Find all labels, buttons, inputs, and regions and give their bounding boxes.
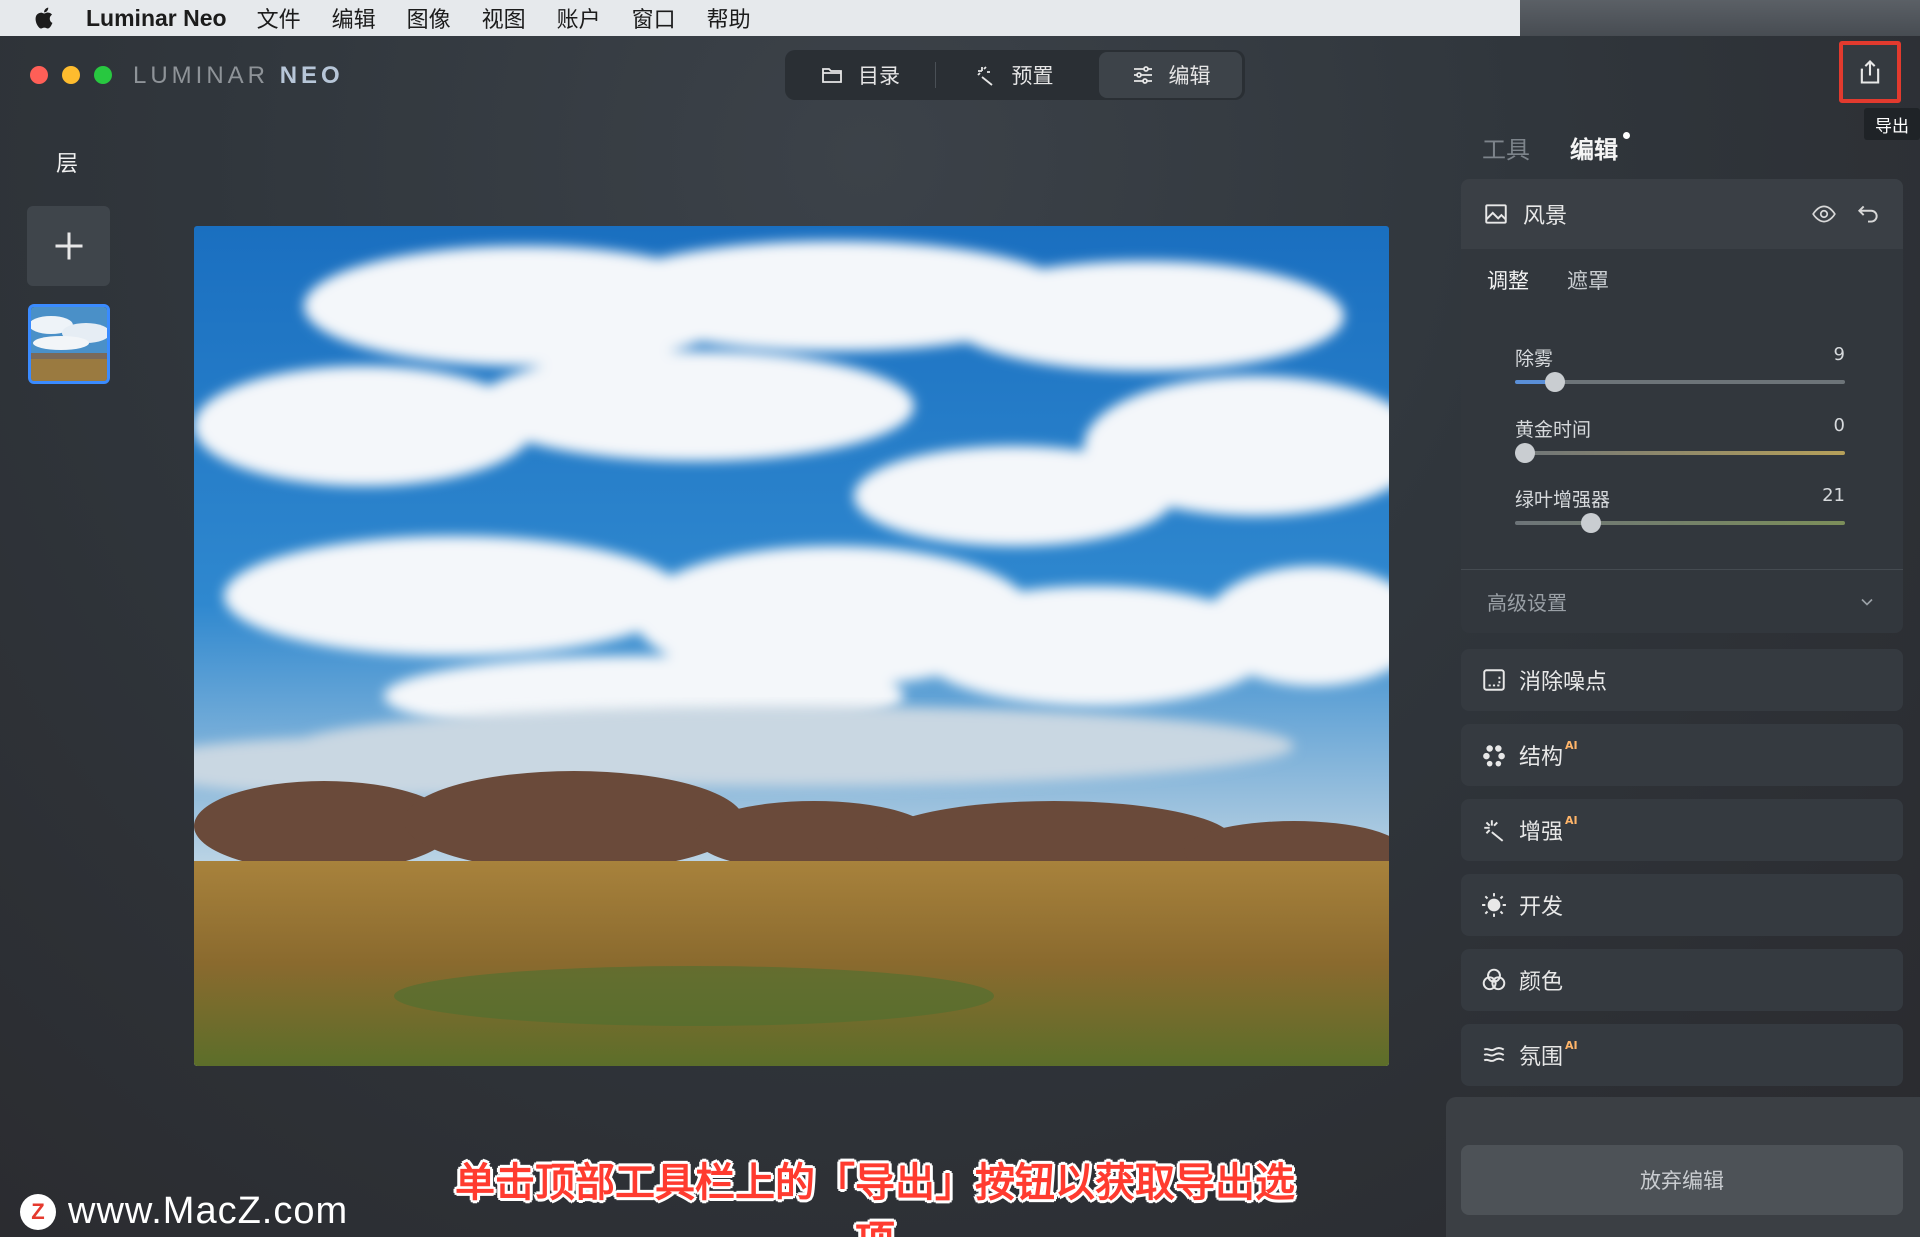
sliders-icon [1133,66,1152,84]
slider-foliage-enhancer-track[interactable] [1515,521,1845,525]
watermark: Z www.MacZ.com [20,1190,348,1233]
slider-foliage-enhancer-label: 绿叶增强器 [1515,489,1611,511]
export-tooltip: 导出 [1864,108,1920,140]
close-window-button[interactable] [30,66,48,84]
slider-dehaze-label: 除雾 [1515,348,1554,370]
tool-row: 氛围 AI [1461,1024,1903,1086]
slider-golden-hour-knob[interactable] [1514,443,1535,463]
menu-account[interactable]: 账户 [557,2,601,34]
app-logo: LUMINAR NEO [133,62,344,90]
slider-golden-hour-value: 0 [1833,415,1845,436]
tool-name: 增强 [1519,820,1564,845]
tool-name: 结构 [1519,745,1564,770]
tab-edits[interactable]: 编辑 [1570,130,1630,165]
minimize-window-button[interactable] [62,66,80,84]
advanced-settings-label: 高级设置 [1487,591,1567,615]
menu-help[interactable]: 帮助 [707,2,751,34]
menubar-status-area [1520,0,1920,40]
subtab-adjust[interactable]: 调整 [1487,265,1529,295]
atmosphere-icon [1483,1046,1505,1062]
app-menu[interactable]: Luminar Neo [86,5,227,32]
ai-badge: AI [1565,738,1578,752]
enhance-icon [1484,820,1504,842]
toggle-visibility-button[interactable] [1811,201,1837,227]
slider-golden-hour-label: 黄金时间 [1515,419,1592,441]
tab-catalog-label: 目录 [858,64,900,88]
advanced-settings[interactable]: 高级设置 [1461,569,1903,633]
tab-edit[interactable]: 编辑 [1099,52,1242,98]
slider-foliage-enhancer-knob[interactable] [1580,513,1601,533]
export-button[interactable] [1839,41,1901,103]
color-icon [1482,968,1506,991]
watermark-url: www.MacZ.com [68,1190,349,1232]
image-icon [1485,204,1507,224]
structure-icon [1483,745,1505,767]
tool-name: 消除噪点 [1519,670,1608,695]
tool-name: 颜色 [1519,970,1564,995]
logo-main-text: LUMINAR [133,62,270,89]
apple-icon[interactable] [32,5,58,31]
menu-bar: Luminar Neo 文件 编辑 图像 视图 账户 窗口 帮助 [0,0,1520,36]
watermark-logo: Z [20,1193,56,1230]
main-photo[interactable] [194,226,1389,1066]
plus-icon [55,232,82,260]
layer-thumbnail[interactable] [28,304,110,384]
sun-icon [1482,893,1506,917]
tool-develop[interactable]: 开发 [1461,874,1903,936]
noise-icon [1483,669,1505,691]
tool-name: 开发 [1519,895,1564,920]
landscape-photo [194,226,1389,1066]
top-navigation: 目录 预置 编辑 [785,50,1245,100]
window-controls [30,66,112,84]
ai-badge: AI [1565,813,1578,827]
tab-presets-label: 预置 [1011,64,1054,88]
tool-row: 颜色 [1461,949,1903,1011]
menu-image[interactable]: 图像 [407,2,451,34]
app-window: LUMINAR NEO 目录 预置 编辑 导出 层 工具 编辑 风景 调整 遮罩… [0,36,1920,1237]
reset-button[interactable] [1855,201,1881,227]
layers-title: 层 [56,152,79,177]
layer-thumbnail-image [31,307,107,381]
tool-row: 消除噪点 [1461,649,1903,711]
share-icon [1860,60,1880,84]
ai-badge: AI [1565,1038,1578,1052]
chevron-down-icon [1861,598,1873,606]
subtab-mask[interactable]: 遮罩 [1567,265,1609,295]
undo-icon [1857,205,1878,223]
landscape-header[interactable]: 风景 [1461,179,1903,249]
tab-edit-label: 编辑 [1168,64,1211,88]
tool-row: 结构 AI [1461,724,1903,786]
slider-dehaze-knob[interactable] [1544,372,1565,392]
tutorial-subtitle: 单击顶部工具栏上的「导出」按钮以获取导出选项 [455,1160,1295,1237]
landscape-tool-panel: 风景 调整 遮罩 除雾 9 黄金时间 0 绿叶增强器 21 高级设置 [1461,179,1903,633]
logo-accent-text: NEO [279,62,344,89]
discard-edits-button[interactable]: 放弃编辑 [1461,1145,1903,1215]
slider-dehaze-value: 9 [1833,344,1845,365]
tab-catalog[interactable]: 目录 [785,52,935,98]
slider-foliage-enhancer-value: 21 [1822,485,1845,506]
landscape-subtabs: 调整 遮罩 [1461,249,1903,295]
tool-row: 增强 AI [1461,799,1903,861]
menu-window[interactable]: 窗口 [632,2,676,34]
slider-golden-hour-track[interactable] [1515,451,1845,455]
right-panel-tabs: 工具 编辑 [1482,130,1630,165]
tab-presets[interactable]: 预置 [936,52,1091,98]
eye-icon [1812,205,1836,223]
tool-row: 开发 [1461,874,1903,936]
folder-icon [822,68,842,83]
zoom-window-button[interactable] [94,66,112,84]
tool-noiseless[interactable]: 消除噪点 [1461,649,1903,711]
tool-color[interactable]: 颜色 [1461,949,1903,1011]
tool-structure[interactable]: 结构 AI [1461,724,1903,786]
tool-atmosphere[interactable]: 氛围 AI [1461,1024,1903,1086]
menu-edit[interactable]: 编辑 [332,2,376,34]
landscape-title: 风景 [1523,204,1568,229]
add-layer-button[interactable] [27,206,110,286]
menu-view[interactable]: 视图 [482,2,526,34]
tab-tools[interactable]: 工具 [1482,130,1530,165]
menu-file[interactable]: 文件 [257,2,301,34]
tool-name: 氛围 [1519,1045,1564,1070]
sparkle-icon [976,66,993,86]
tool-enhance[interactable]: 增强 AI [1461,799,1903,861]
